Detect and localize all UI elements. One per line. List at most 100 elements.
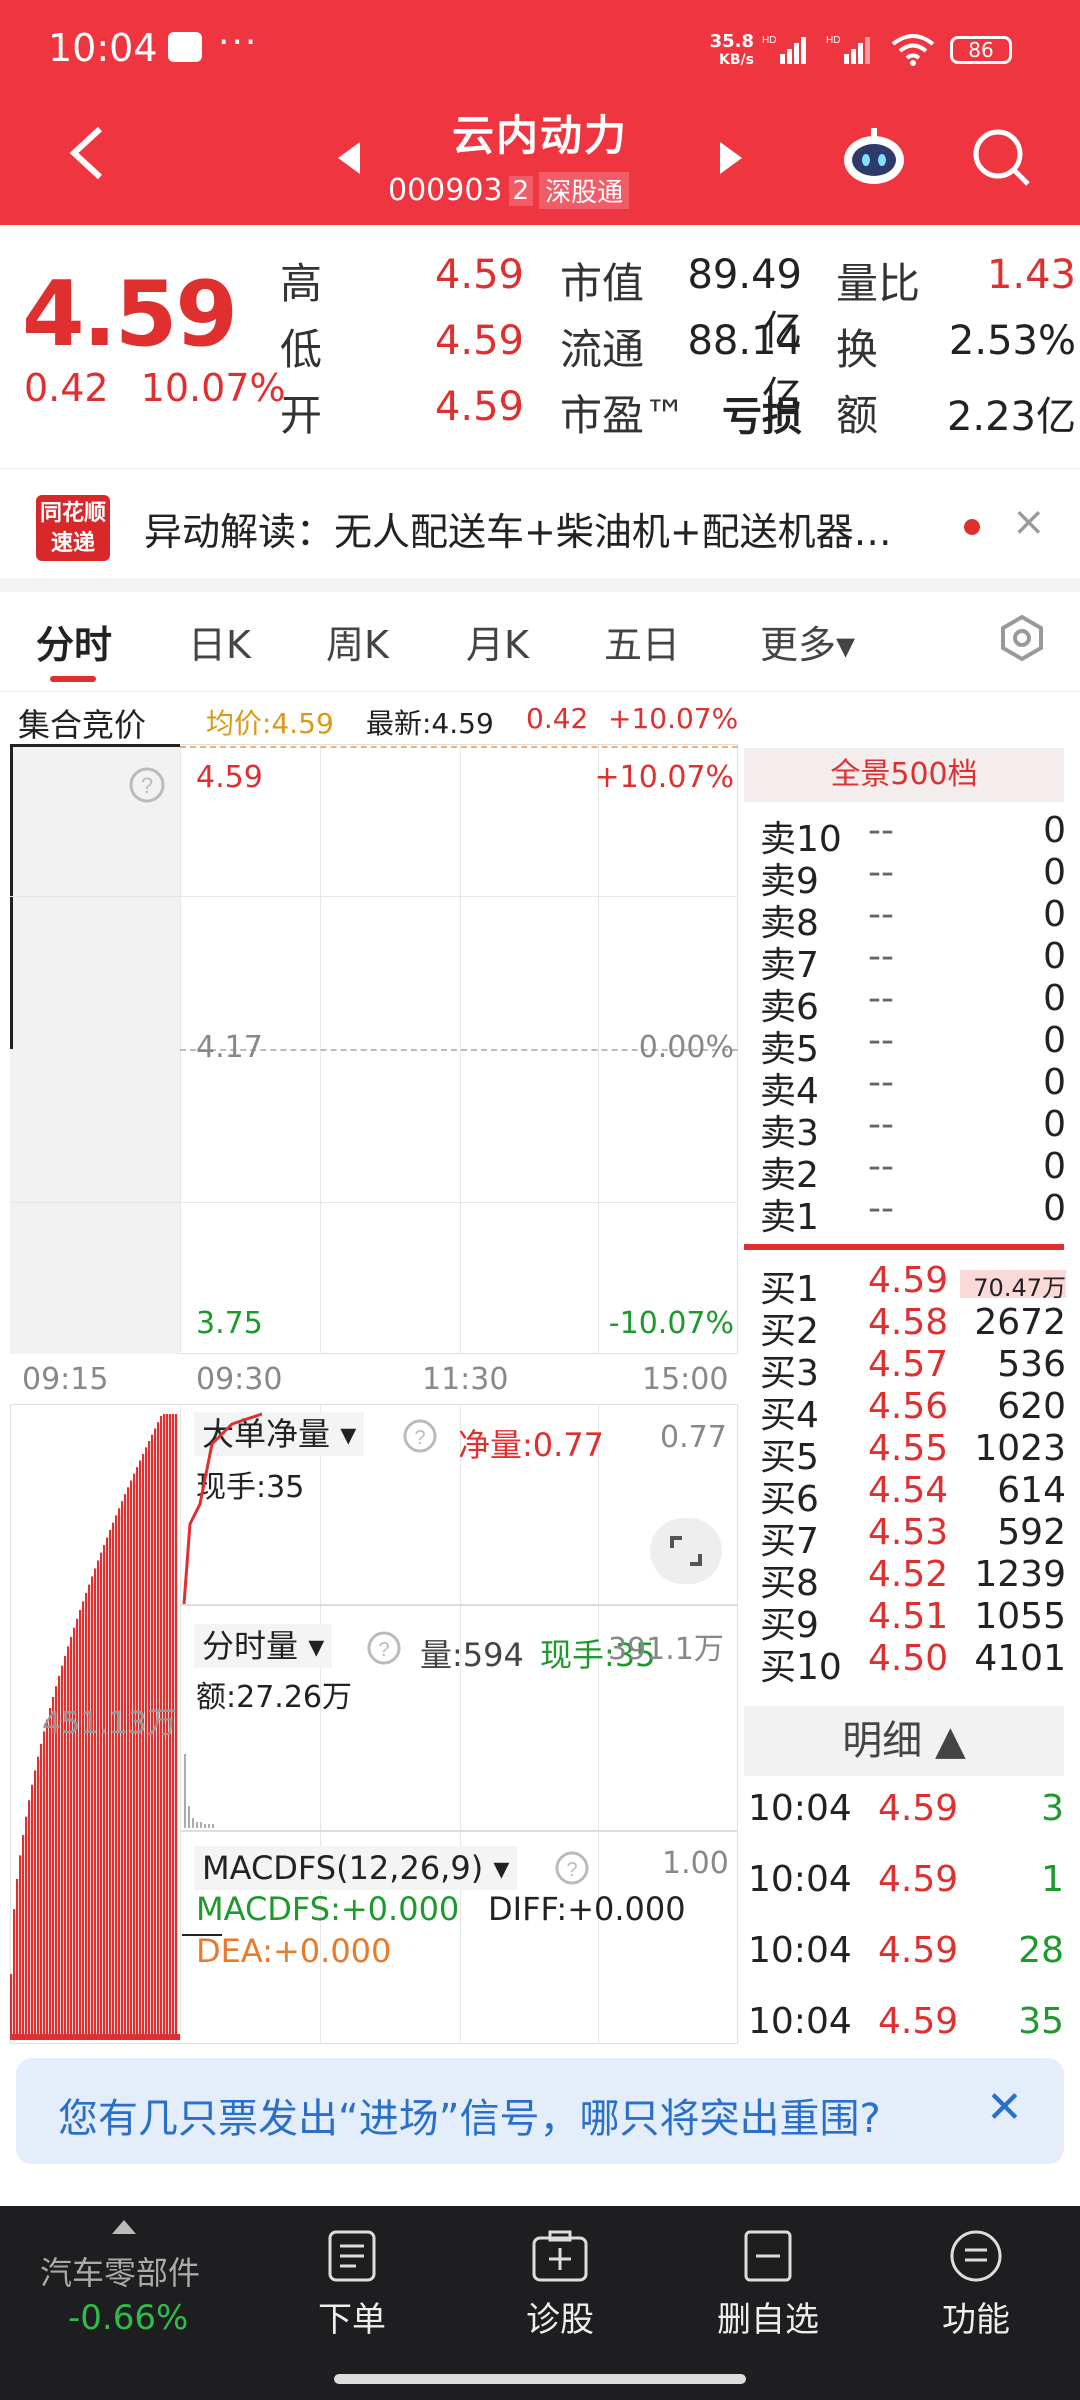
news-close-button[interactable]: × [1012, 499, 1046, 545]
help-icon[interactable]: ? [366, 1630, 402, 1666]
mcap-label: 市值 [560, 259, 645, 308]
tab-intraday[interactable]: 分时 [36, 614, 112, 669]
ask-row[interactable]: 卖6 -- 0 [760, 978, 1066, 1028]
ask-price: -- [868, 1188, 894, 1229]
promo-banner[interactable]: 您有几只票发出“进场”信号，哪只将突出重围? ✕ [16, 2058, 1064, 2164]
order-button[interactable]: 下单 [272, 2228, 432, 2341]
prev-stock-icon[interactable] [338, 142, 360, 174]
ask-volume: 0 [1043, 1104, 1066, 1145]
high-value: 4.59 [434, 252, 524, 298]
sector-name[interactable]: 汽车零部件 [40, 2248, 200, 2294]
trade-detail-header[interactable]: 明细 ▲ [744, 1706, 1064, 1776]
remove-watchlist-button[interactable]: 删自选 [688, 2228, 848, 2341]
ask-row[interactable]: 卖5 -- 0 [760, 1020, 1066, 1070]
axis-high-pct: +10.07% [594, 760, 734, 795]
volume-selector[interactable]: 分时量 ▾ [194, 1624, 333, 1668]
axis-high-price: 4.59 [196, 760, 263, 795]
market-badge[interactable]: 深股通 [539, 172, 630, 209]
macd-selector[interactable]: MACDFS(12,26,9) ▾ [194, 1846, 518, 1890]
trade-volume: 1 [1041, 1859, 1064, 1900]
high-label: 高 [280, 259, 323, 308]
big-order-net: 净量:0.77 [458, 1426, 605, 1464]
auction-volume-bar [19, 1855, 22, 2034]
axis-mid-price: 4.17 [196, 1030, 263, 1065]
bid-row[interactable]: 买3 4.57 536 [760, 1344, 1066, 1394]
bid-row[interactable]: 买1 4.59 70.47万 [760, 1260, 1066, 1310]
bid-row[interactable]: 买10 4.50 4101 [760, 1638, 1066, 1688]
order-label: 下单 [318, 2300, 386, 2340]
trade-detail-row: 10:04 4.59 35 [748, 2001, 1064, 2051]
bid-row[interactable]: 买4 4.56 620 [760, 1386, 1066, 1436]
assistant-robot-icon[interactable] [840, 126, 908, 186]
tab-five-day[interactable]: 五日 [604, 614, 680, 669]
avg-price: 均价:4.59 [206, 707, 334, 740]
price-change-row: 0.42 10.07% [24, 366, 286, 410]
search-icon[interactable] [970, 126, 1032, 188]
svg-text:HD: HD [762, 35, 776, 46]
ask-row[interactable]: 卖1 -- 0 [760, 1188, 1066, 1238]
ask-label: 卖1 [760, 1197, 819, 1238]
bid-row[interactable]: 买7 4.53 592 [760, 1512, 1066, 1562]
low-value: 4.59 [434, 318, 524, 364]
auction-volume-bar [133, 1473, 136, 2034]
turnover-label: 换 [836, 325, 879, 374]
bid-row[interactable]: 买9 4.51 1055 [760, 1596, 1066, 1646]
auction-volume-label: 451.13万 [42, 1706, 177, 1741]
promo-text[interactable]: 您有几只票发出“进场”信号，哪只将突出重围? [58, 2086, 881, 2144]
bid-volume: 1055 [974, 1596, 1066, 1637]
help-icon[interactable]: ? [402, 1418, 438, 1454]
ask-row[interactable]: 卖10 -- 0 [760, 810, 1066, 860]
tab-more[interactable]: 更多▾ [760, 614, 855, 669]
ask-volume: 0 [1043, 978, 1066, 1019]
bid-row[interactable]: 买8 4.52 1239 [760, 1554, 1066, 1604]
tab-daily-k[interactable]: 日K [188, 614, 251, 669]
intraday-chart[interactable]: ? 4.59 +10.07% 4.17 0.00% 3.75 -10.07% 0… [10, 744, 738, 2044]
home-indicator[interactable] [334, 2374, 746, 2384]
help-icon[interactable]: ? [128, 766, 166, 804]
ask-volume: 0 [1043, 1062, 1066, 1103]
macd-line [182, 1934, 222, 1936]
ask-row[interactable]: 卖9 -- 0 [760, 852, 1066, 902]
chart-header: 集合竞价 均价:4.59 最新:4.59 0.42 +10.07% [0, 692, 740, 744]
network-speed: 35.8 KB/s [709, 31, 754, 68]
turnover-value: 2.53% [948, 318, 1076, 364]
stock-code-row: 000903 2 深股通 [388, 172, 630, 209]
trade-price: 4.59 [878, 2001, 959, 2042]
auction-volume-bar [94, 1568, 97, 2034]
bid-row[interactable]: 买2 4.58 2672 [760, 1302, 1066, 1352]
next-stock-icon[interactable] [720, 142, 742, 174]
macdfs-value: MACDFS:+0.000 [196, 1890, 460, 1928]
ask-row[interactable]: 卖7 -- 0 [760, 936, 1066, 986]
expand-up-icon[interactable] [112, 2220, 136, 2234]
auction-volume-bar [112, 1522, 115, 2034]
fullscreen-button[interactable] [650, 1518, 722, 1584]
promo-close-button[interactable]: ✕ [986, 2082, 1023, 2133]
volume-axis: 391.1万 [608, 1632, 724, 1667]
settings-hex-icon[interactable] [998, 614, 1046, 662]
order-icon [328, 2230, 376, 2282]
bid-row[interactable]: 买6 4.54 614 [760, 1470, 1066, 1520]
ask-row[interactable]: 卖8 -- 0 [760, 894, 1066, 944]
help-icon[interactable]: ? [554, 1850, 590, 1886]
functions-button[interactable]: 功能 [896, 2228, 1056, 2341]
bid-label: 买10 [760, 1647, 842, 1688]
tab-weekly-k[interactable]: 周K [326, 614, 389, 669]
ask-row[interactable]: 卖4 -- 0 [760, 1062, 1066, 1112]
bid-price: 4.51 [868, 1596, 949, 1637]
trade-time: 10:04 [748, 1859, 852, 1900]
chart-change-pct: +10.07% [608, 702, 739, 735]
ask-price: -- [868, 1146, 894, 1187]
auction-volume-bar [25, 1816, 28, 2034]
diagnose-button[interactable]: 诊股 [480, 2228, 640, 2341]
panorama-500-button[interactable]: 全景500档 [744, 748, 1064, 802]
bid-volume: 592 [997, 1512, 1066, 1553]
news-text[interactable]: 异动解读：无人配送车+柴油机+配送机器… [144, 501, 892, 556]
ask-row[interactable]: 卖2 -- 0 [760, 1146, 1066, 1196]
bid-price: 4.59 [868, 1260, 949, 1301]
bid-row[interactable]: 买5 4.55 1023 [760, 1428, 1066, 1478]
news-bar[interactable]: 同花顺 速递 异动解读：无人配送车+柴油机+配送机器… × [0, 468, 1080, 578]
ask-row[interactable]: 卖3 -- 0 [760, 1104, 1066, 1154]
bid-volume: 70.47万 [973, 1274, 1066, 1302]
ask-volume: 0 [1043, 852, 1066, 893]
tab-monthly-k[interactable]: 月K [466, 614, 529, 669]
